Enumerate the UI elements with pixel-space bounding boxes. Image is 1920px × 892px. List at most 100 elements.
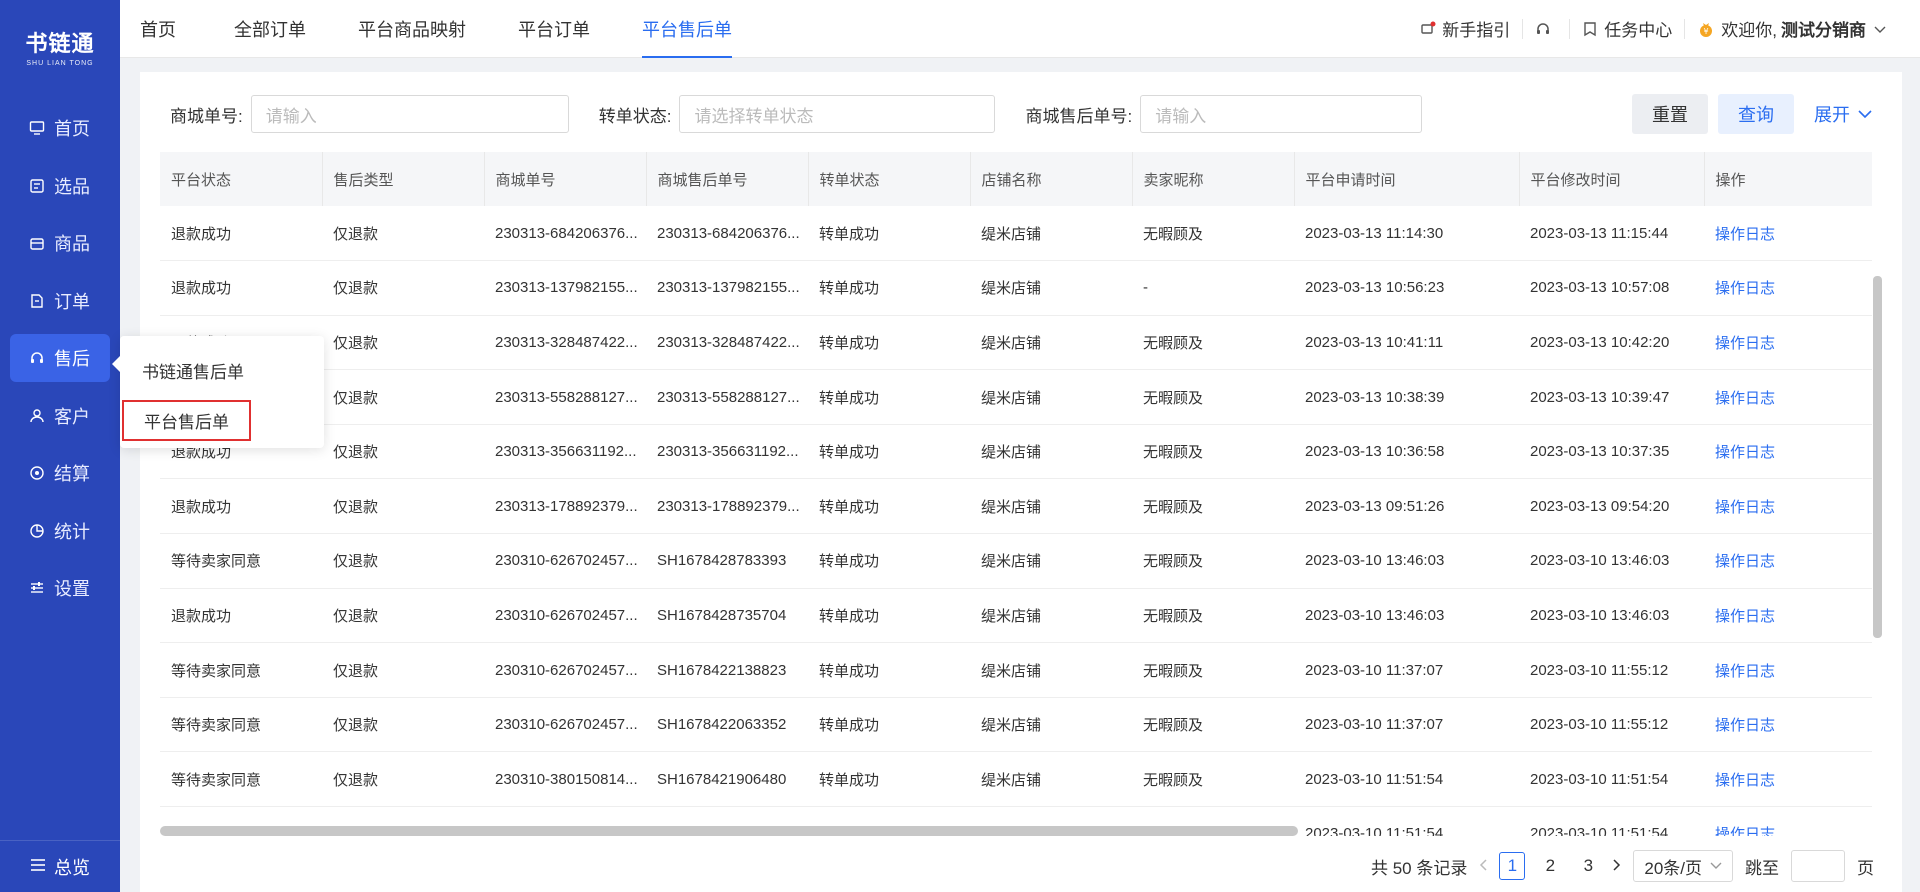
column-header: 商城售后单号 — [646, 152, 809, 206]
table-cell: 2023-03-10 11:51:54 — [1519, 806, 1704, 836]
user-menu[interactable]: ¥ 欢迎你, 测试分销商 — [1684, 18, 1898, 40]
table-cell: 230310-626702457... — [484, 697, 646, 753]
table-cell: 2023-03-13 10:42:20 — [1519, 315, 1704, 371]
table-cell: 230310-626702457... — [484, 533, 646, 589]
logo[interactable]: 书链通 SHU LIAN TONG — [0, 0, 120, 92]
table-cell: 230313-558288127... — [646, 369, 808, 425]
table-cell: 仅退款 — [322, 369, 484, 425]
reset-button[interactable]: 重置 — [1632, 94, 1708, 134]
table-cell: 2023-03-10 13:46:03 — [1294, 533, 1519, 589]
table-cell: 转单成功 — [808, 206, 970, 262]
page-size-select[interactable]: 20条/页 — [1633, 850, 1733, 882]
table-cell: 2023-03-13 11:14:30 — [1294, 206, 1519, 262]
jump-page-input[interactable] — [1791, 850, 1845, 882]
page-1[interactable]: 1 — [1499, 852, 1526, 880]
tab-0[interactable]: 首页 — [120, 0, 212, 58]
sidebar-overview-button[interactable]: 总览 — [0, 840, 120, 892]
table-row: 退款成功仅退款230313-328487422...230313-3284874… — [160, 315, 1872, 371]
sidebar-item-4[interactable]: 售后 — [10, 334, 110, 382]
column-header: 平台修改时间 — [1519, 152, 1705, 206]
page-2[interactable]: 2 — [1537, 852, 1563, 880]
prev-page-icon[interactable] — [1479, 856, 1487, 876]
transfer-status-label: 转单状态: — [598, 106, 672, 126]
tab-4[interactable]: 平台售后单 — [620, 0, 762, 58]
operation-log-link[interactable]: 操作日志 — [1704, 424, 1872, 480]
svg-text:¥: ¥ — [1704, 27, 1709, 36]
table-cell: 无暇顾及 — [1132, 369, 1294, 425]
tab-3[interactable]: 平台订单 — [496, 0, 620, 58]
table-cell: 2023-03-10 13:46:03 — [1519, 533, 1704, 589]
operation-log-link[interactable]: 操作日志 — [1704, 697, 1872, 753]
mall-order-input[interactable]: 请输入 — [250, 95, 569, 133]
sidebar-item-8[interactable]: 设置 — [10, 564, 110, 612]
table-cell: 2023-03-10 13:46:03 — [1294, 588, 1519, 644]
after-sale-table: 平台状态 售后类型 商城单号 商城售后单号 转单状态 店铺名称 卖家昵称 平台申请时间 平台修改… — [160, 152, 1882, 836]
query-button[interactable]: 查询 — [1718, 94, 1794, 134]
sidebar-item-0[interactable]: 首页 — [10, 104, 110, 152]
table-row: 等待卖家同意 仅退款 230310-626702457... SH1678422138… — [160, 642, 1872, 698]
table-cell: 无暇顾及 — [1132, 315, 1294, 371]
table-cell: 2023-03-10 11:51:54 — [1519, 751, 1704, 808]
column-header: 店铺名称 — [970, 152, 1133, 206]
after-sale-submenu: 书链通售后单 平台售后单 — [112, 336, 324, 448]
table-row: 退款成功仅退款230313-558288127...230313-5582881… — [160, 369, 1872, 425]
table-row: 等待卖家同意 仅退款 230310-626702457... SH1678422063… — [160, 697, 1872, 753]
sidebar-item-1[interactable]: 选品 — [10, 162, 110, 210]
table-cell: 缇米店铺 — [970, 642, 1132, 698]
page-unit-label: 页 — [1857, 858, 1874, 878]
table-cell: 230313-356631192... — [484, 424, 646, 480]
settle-icon — [28, 465, 46, 481]
table-cell: 缇米店铺 — [970, 315, 1132, 371]
order-icon — [28, 293, 46, 309]
table-cell: 转单成功 — [808, 588, 970, 644]
mall-after-sale-label: 商城售后单号: — [1025, 106, 1133, 126]
sidebar-item-3[interactable]: 订单 — [10, 277, 110, 325]
table-cell: SH1678421906480 — [646, 751, 808, 808]
operation-log-link[interactable]: 操作日志 — [1704, 369, 1872, 425]
column-header: 商城单号 — [484, 152, 647, 206]
table-cell: 230310-380150814... — [484, 751, 646, 808]
mall-after-sale-input[interactable]: 请输入 — [1140, 95, 1423, 133]
table-cell: 2023-03-13 10:38:39 — [1294, 369, 1519, 425]
column-header: 卖家昵称 — [1132, 152, 1295, 206]
sidebar: 书链通 SHU LIAN TONG 首页选品商品订单售后客户结算统计设置 总览 — [0, 0, 120, 892]
operation-log-link[interactable]: 操作日志 — [1704, 260, 1872, 316]
operation-log-link[interactable]: 操作日志 — [1704, 478, 1872, 535]
sidebar-item-label: 结算 — [54, 464, 90, 484]
operation-log-link[interactable]: 操作日志 — [1704, 588, 1872, 644]
guide-icon — [1420, 21, 1436, 37]
sidebar-item-5[interactable]: 客户 — [10, 392, 110, 440]
sidebar-item-7[interactable]: 统计 — [10, 507, 110, 555]
operation-log-link[interactable]: 操作日志 — [1704, 751, 1872, 808]
column-header: 平台申请时间 — [1294, 152, 1520, 206]
tab-2[interactable]: 平台商品映射 — [336, 0, 496, 58]
table-cell: 仅退款 — [322, 315, 484, 371]
guide-button[interactable]: 新手指引 — [1408, 19, 1522, 40]
submenu-item-shulian-after-sale[interactable]: 书链通售后单 — [142, 358, 244, 383]
sidebar-item-2[interactable]: 商品 — [10, 219, 110, 267]
operation-log-link[interactable]: 操作日志 — [1704, 206, 1872, 262]
support-button[interactable] — [1522, 18, 1569, 39]
operation-log-link[interactable]: 操作日志 — [1704, 642, 1872, 698]
sidebar-item-label: 选品 — [54, 176, 90, 197]
box-icon — [28, 235, 46, 251]
expand-button[interactable]: 展开 — [1804, 94, 1882, 134]
user-name: 测试分销商 — [1781, 21, 1866, 40]
task-center-button[interactable]: 任务中心 — [1569, 18, 1684, 40]
tab-1[interactable]: 全部订单 — [212, 0, 336, 58]
sidebar-item-6[interactable]: 结算 — [10, 449, 110, 497]
vertical-scrollbar[interactable] — [1873, 276, 1882, 638]
table-cell: 转单成功 — [808, 369, 970, 425]
table-row: 等待卖家同意 仅退款 230310-626702457... SH1678428783… — [160, 533, 1872, 589]
operation-log-link[interactable]: 操作日志 — [1704, 533, 1872, 589]
operation-log-link[interactable]: 操作日志 — [1704, 806, 1872, 836]
table-cell: 缇米店铺 — [970, 260, 1132, 316]
table-cell: 2023-03-13 10:57:08 — [1519, 260, 1704, 316]
page-3[interactable]: 3 — [1575, 852, 1601, 880]
transfer-status-select[interactable]: 请选择转单状态 — [679, 95, 996, 133]
table-cell: 转单成功 — [808, 424, 970, 480]
submenu-item-platform-after-sale[interactable]: 平台售后单 — [122, 400, 251, 441]
operation-log-link[interactable]: 操作日志 — [1704, 315, 1872, 371]
next-page-icon[interactable] — [1613, 856, 1621, 876]
horizontal-scrollbar[interactable] — [160, 826, 1298, 836]
